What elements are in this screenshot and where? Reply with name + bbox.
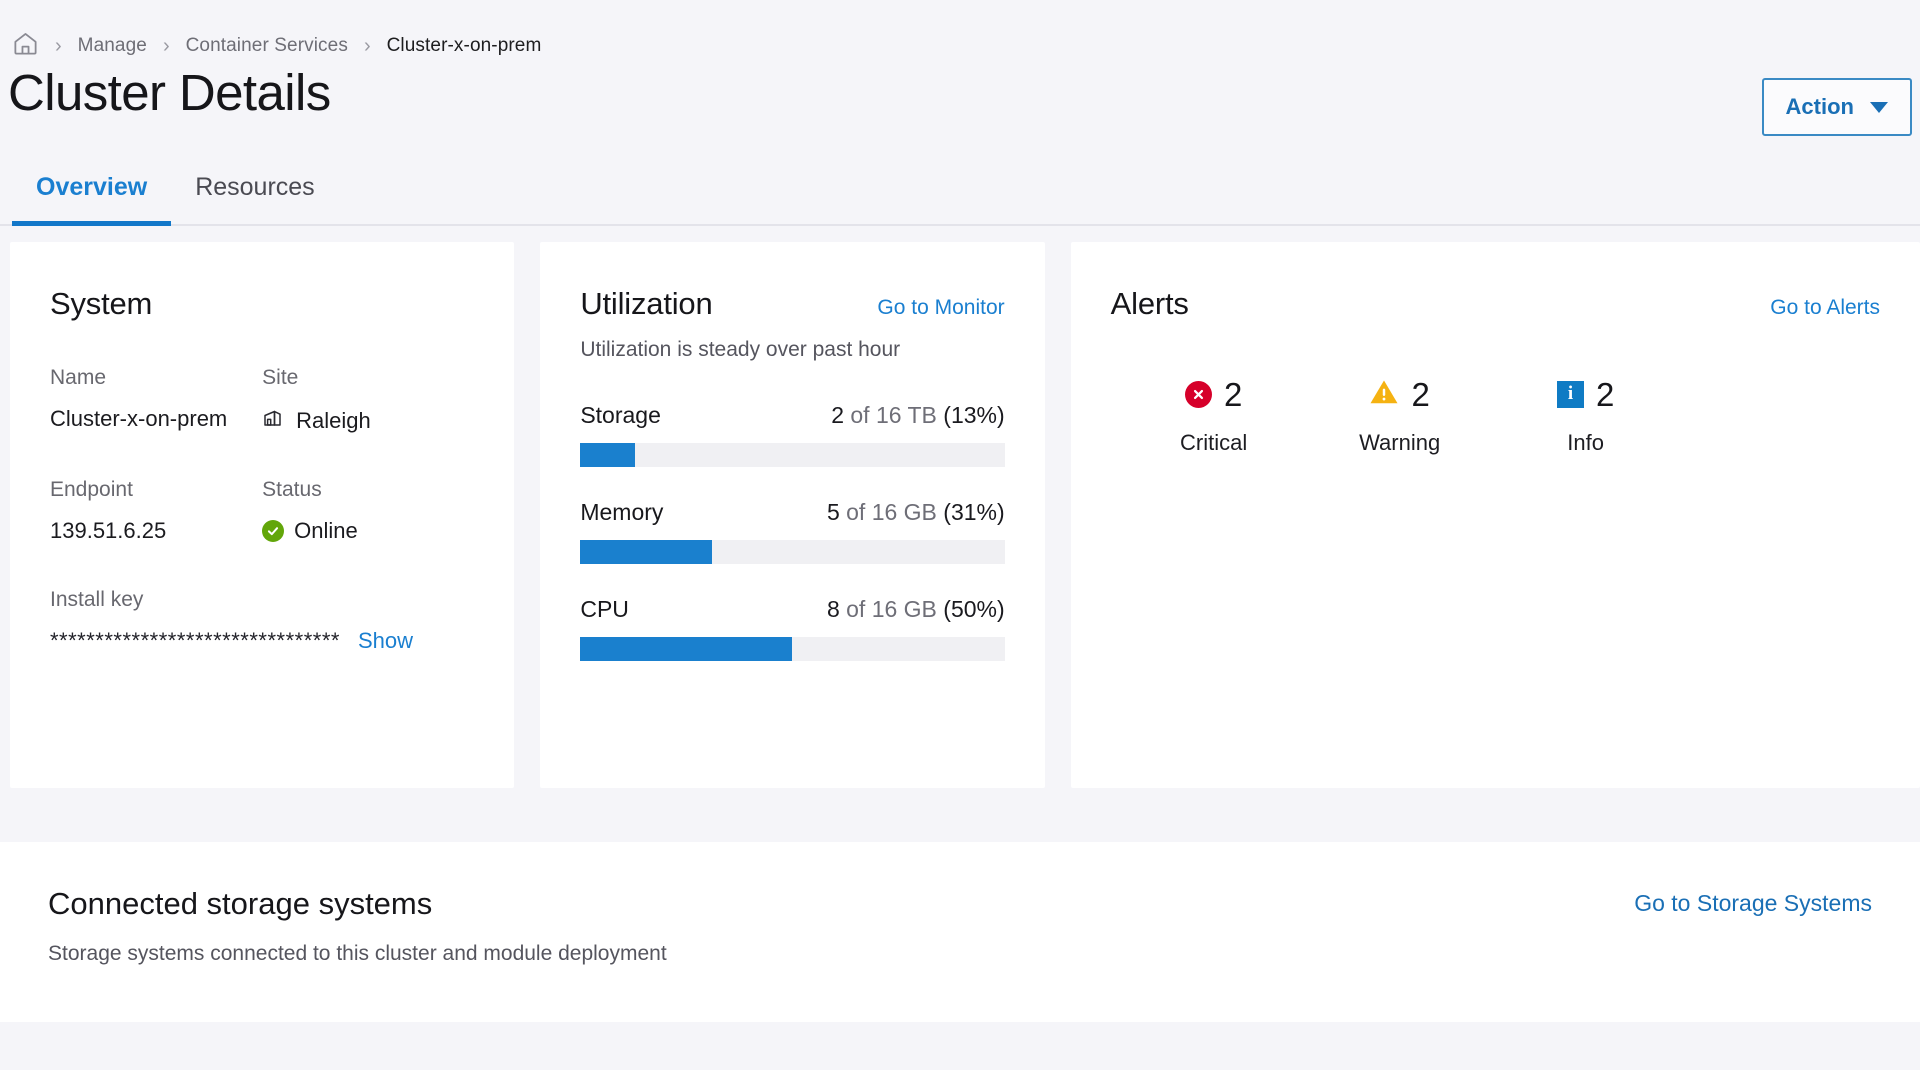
building-icon: [262, 406, 286, 436]
utilization-metric-memory-track: [580, 540, 1004, 564]
field-site-value: Raleigh: [296, 408, 371, 434]
utilization-metric-storage-track: [580, 443, 1004, 467]
utilization-metric-storage-row: Storage 2 of 16 TB (13%): [580, 402, 1004, 429]
breadcrumb-separator-2: ›: [163, 36, 170, 56]
utilization-metric-storage-name: Storage: [580, 402, 661, 429]
info-square-icon: i: [1557, 381, 1584, 408]
utilization-metric-cpu: CPU 8 of 16 GB (50%): [580, 596, 1004, 661]
utilization-metric-storage: Storage 2 of 16 TB (13%): [580, 402, 1004, 467]
utilization-metric-cpu-name: CPU: [580, 596, 629, 623]
field-status-label: Status: [262, 478, 474, 502]
alert-info[interactable]: i 2 Info: [1493, 374, 1679, 456]
utilization-card: Utilization Go to Monitor Utilization is…: [540, 242, 1044, 788]
utilization-metric-cpu-track: [580, 637, 1004, 661]
go-to-alerts-link[interactable]: Go to Alerts: [1770, 296, 1880, 320]
system-card-title: System: [50, 286, 152, 322]
breadcrumb-item-manage[interactable]: Manage: [78, 35, 147, 57]
field-name-value: Cluster-x-on-prem: [50, 406, 262, 432]
alerts-card: Alerts Go to Alerts 2 Critical: [1071, 242, 1920, 788]
utilization-metric-storage-value: 2 of 16 TB (13%): [831, 402, 1004, 429]
install-key-block: Install key ****************************…: [50, 588, 474, 654]
connected-storage-title: Connected storage systems: [48, 886, 667, 922]
home-icon[interactable]: [12, 30, 39, 62]
field-site-value-row: Raleigh: [262, 406, 474, 436]
utilization-metric-memory: Memory 5 of 16 GB (31%): [580, 499, 1004, 564]
utilization-card-header: Utilization Go to Monitor: [580, 286, 1004, 322]
utilization-metric-storage-fill: [580, 443, 635, 467]
alert-warning-label: Warning: [1307, 430, 1493, 456]
tab-overview[interactable]: Overview: [12, 173, 171, 224]
field-status-value-row: Online: [262, 518, 474, 544]
utilization-metric-memory-name: Memory: [580, 499, 663, 526]
check-circle-icon: [262, 520, 284, 542]
field-name-label: Name: [50, 366, 262, 390]
install-key-masked-value: ********************************: [50, 628, 340, 654]
utilization-metric-cpu-row: CPU 8 of 16 GB (50%): [580, 596, 1004, 623]
field-status-value: Online: [294, 518, 358, 544]
connected-storage-text: Connected storage systems Storage system…: [48, 886, 667, 966]
page-title: Cluster Details: [8, 66, 331, 120]
system-card: System Name Cluster-x-on-prem Site: [10, 242, 514, 788]
alerts-card-title: Alerts: [1111, 286, 1189, 322]
breadcrumb-item-cluster-x-on-prem: Cluster-x-on-prem: [387, 35, 542, 57]
breadcrumb: › Manage › Container Services › Cluster-…: [0, 0, 1920, 62]
breadcrumb-separator-3: ›: [364, 36, 371, 56]
alerts-card-header: Alerts Go to Alerts: [1111, 286, 1880, 322]
go-to-monitor-link[interactable]: Go to Monitor: [877, 296, 1004, 320]
alert-info-top: i 2: [1493, 374, 1679, 414]
breadcrumb-separator-1: ›: [55, 36, 62, 56]
alert-info-count: 2: [1596, 378, 1614, 411]
alert-critical-top: 2: [1121, 374, 1307, 414]
alert-warning-count: 2: [1411, 378, 1429, 411]
system-card-header: System: [50, 286, 474, 322]
error-circle-icon: [1185, 381, 1212, 408]
utilization-metric-cpu-fill: [580, 637, 792, 661]
action-button[interactable]: Action: [1762, 78, 1912, 136]
alert-critical[interactable]: 2 Critical: [1121, 374, 1307, 456]
alerts-summary: 2 Critical 2 Warning: [1111, 374, 1880, 456]
field-endpoint: Endpoint 139.51.6.25: [50, 478, 262, 544]
utilization-metric-memory-fill: [580, 540, 712, 564]
field-site: Site Raleigh: [262, 366, 474, 436]
utilization-metric-memory-row: Memory 5 of 16 GB (31%): [580, 499, 1004, 526]
show-install-key-link[interactable]: Show: [358, 628, 413, 654]
install-key-row: ******************************** Show: [50, 628, 474, 654]
system-fields: Name Cluster-x-on-prem Site Raleigh: [50, 366, 474, 544]
utilization-metrics: Storage 2 of 16 TB (13%) Memory 5 of 16 …: [580, 402, 1004, 661]
field-status: Status Online: [262, 478, 474, 544]
alert-critical-label: Critical: [1121, 430, 1307, 456]
alert-critical-count: 2: [1224, 378, 1242, 411]
page-header: Cluster Details Action: [0, 62, 1920, 148]
field-endpoint-value: 139.51.6.25: [50, 518, 262, 544]
utilization-metric-cpu-value: 8 of 16 GB (50%): [827, 596, 1005, 623]
utilization-subtitle: Utilization is steady over past hour: [580, 338, 1004, 362]
tab-resources[interactable]: Resources: [171, 173, 339, 224]
alert-warning-top: 2: [1307, 374, 1493, 414]
warning-triangle-icon: [1369, 378, 1399, 410]
utilization-card-title: Utilization: [580, 286, 712, 322]
chevron-down-icon: [1870, 102, 1888, 113]
field-endpoint-label: Endpoint: [50, 478, 262, 502]
connected-storage-subtitle: Storage systems connected to this cluste…: [48, 942, 667, 966]
action-button-label: Action: [1786, 94, 1854, 120]
go-to-storage-systems-link[interactable]: Go to Storage Systems: [1634, 890, 1872, 917]
field-site-label: Site: [262, 366, 474, 390]
alert-info-label: Info: [1493, 430, 1679, 456]
field-name: Name Cluster-x-on-prem: [50, 366, 262, 436]
overview-cards: System Name Cluster-x-on-prem Site: [0, 226, 1920, 788]
install-key-label: Install key: [50, 588, 474, 612]
connected-storage-systems-panel: Connected storage systems Storage system…: [0, 842, 1920, 1022]
tab-bar: Overview Resources: [0, 148, 1920, 226]
utilization-metric-memory-value: 5 of 16 GB (31%): [827, 499, 1005, 526]
alert-warning[interactable]: 2 Warning: [1307, 374, 1493, 456]
breadcrumb-item-container-services[interactable]: Container Services: [186, 35, 348, 57]
